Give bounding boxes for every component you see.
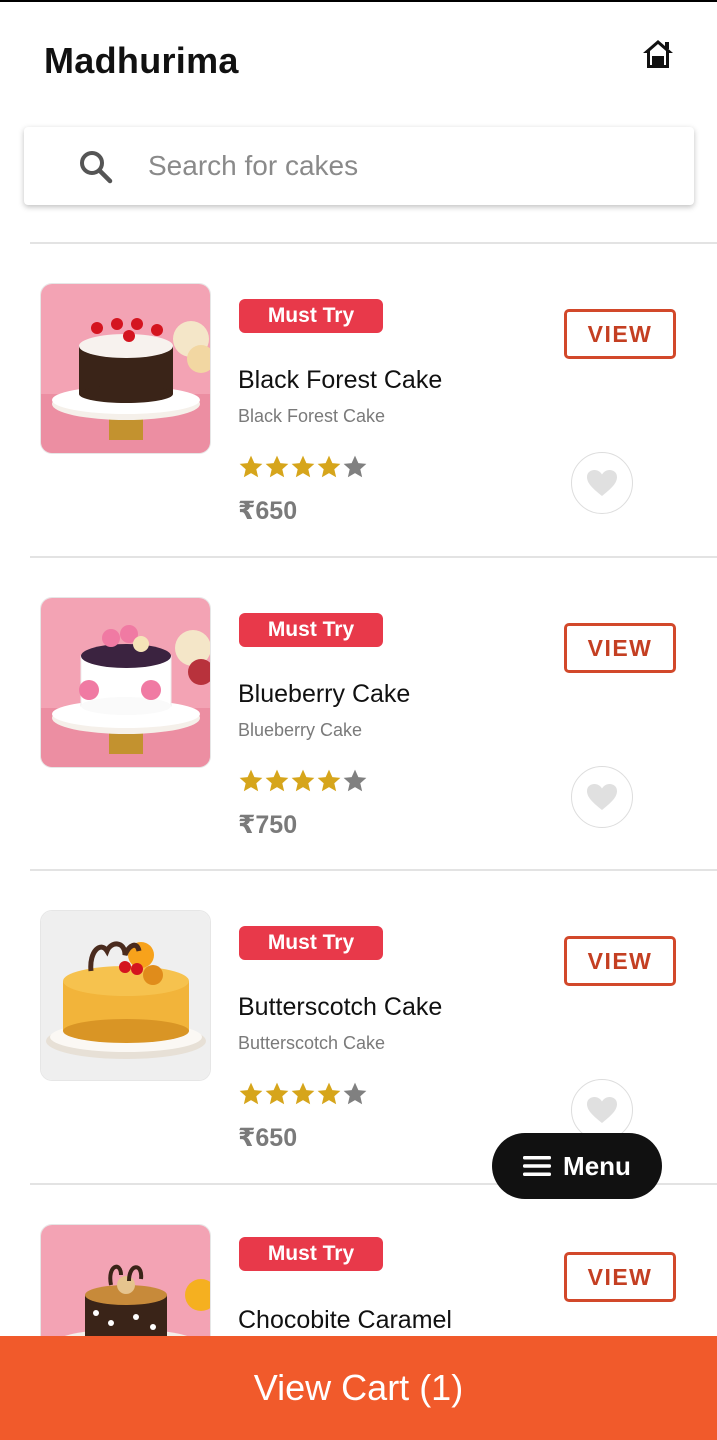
star-filled-icon [265,455,289,478]
star-empty-icon [343,455,367,478]
must-try-badge: Must Try [239,926,383,960]
star-filled-icon [317,1082,341,1105]
star-filled-icon [239,455,263,478]
star-filled-icon [265,1082,289,1105]
product-subtitle: Black Forest Cake [238,406,386,426]
rating-stars [238,768,368,796]
star-filled-icon [291,1082,315,1105]
product-name: Blueberry Cake [238,680,411,708]
product-name: Chocobite Caramel [238,1306,452,1334]
star-filled-icon [239,769,263,792]
must-try-badge: Must Try [239,299,383,333]
product-image[interactable] [40,1224,211,1336]
view-button[interactable]: VIEW [564,309,676,359]
product-subtitle: Blueberry Cake [238,720,363,740]
star-filled-icon [317,769,341,792]
heart-icon[interactable] [571,1079,633,1141]
menu-label: Menu [563,1150,631,1181]
search-icon [76,147,116,187]
list-item[interactable]: Must Try VIEW Chocobite Caramel [0,1185,717,1336]
must-try-badge: Must Try [239,1237,383,1271]
product-name: Butterscotch Cake [238,993,443,1021]
product-subtitle: Butterscotch Cake [238,1033,386,1053]
product-image[interactable] [40,597,211,768]
product-price: ₹650 [238,1124,298,1152]
home-icon[interactable] [638,34,678,74]
star-filled-icon [265,769,289,792]
rating-stars [238,1081,368,1109]
heart-icon[interactable] [571,452,633,514]
star-filled-icon [291,769,315,792]
star-filled-icon [239,1082,263,1105]
rating-stars [238,454,368,482]
view-button[interactable]: VIEW [564,1252,676,1302]
star-filled-icon [317,455,341,478]
view-button[interactable]: VIEW [564,623,676,673]
list-item[interactable]: Must Try VIEW Black Forest Cake Black Fo… [0,244,717,557]
product-price: ₹650 [238,497,298,525]
star-empty-icon [343,769,367,792]
page-title: Madhurima [44,40,239,81]
view-cart-button[interactable]: View Cart (1) [0,1336,717,1440]
star-empty-icon [343,1082,367,1105]
product-image[interactable] [40,910,211,1081]
search-input[interactable] [148,145,668,187]
star-filled-icon [291,455,315,478]
list-item[interactable]: Must Try VIEW Blueberry Cake Blueberry C… [0,558,717,871]
product-price: ₹750 [238,811,298,839]
hamburger-icon [523,1156,552,1176]
product-image[interactable] [40,283,211,454]
product-name: Black Forest Cake [238,366,443,394]
view-button[interactable]: VIEW [564,936,676,986]
search-bar[interactable] [24,127,694,205]
menu-button[interactable]: Menu [492,1133,662,1199]
app-header: Madhurima [0,0,717,110]
view-cart-label: View Cart (1) [253,1367,464,1408]
heart-icon[interactable] [571,766,633,828]
must-try-badge: Must Try [239,613,383,647]
